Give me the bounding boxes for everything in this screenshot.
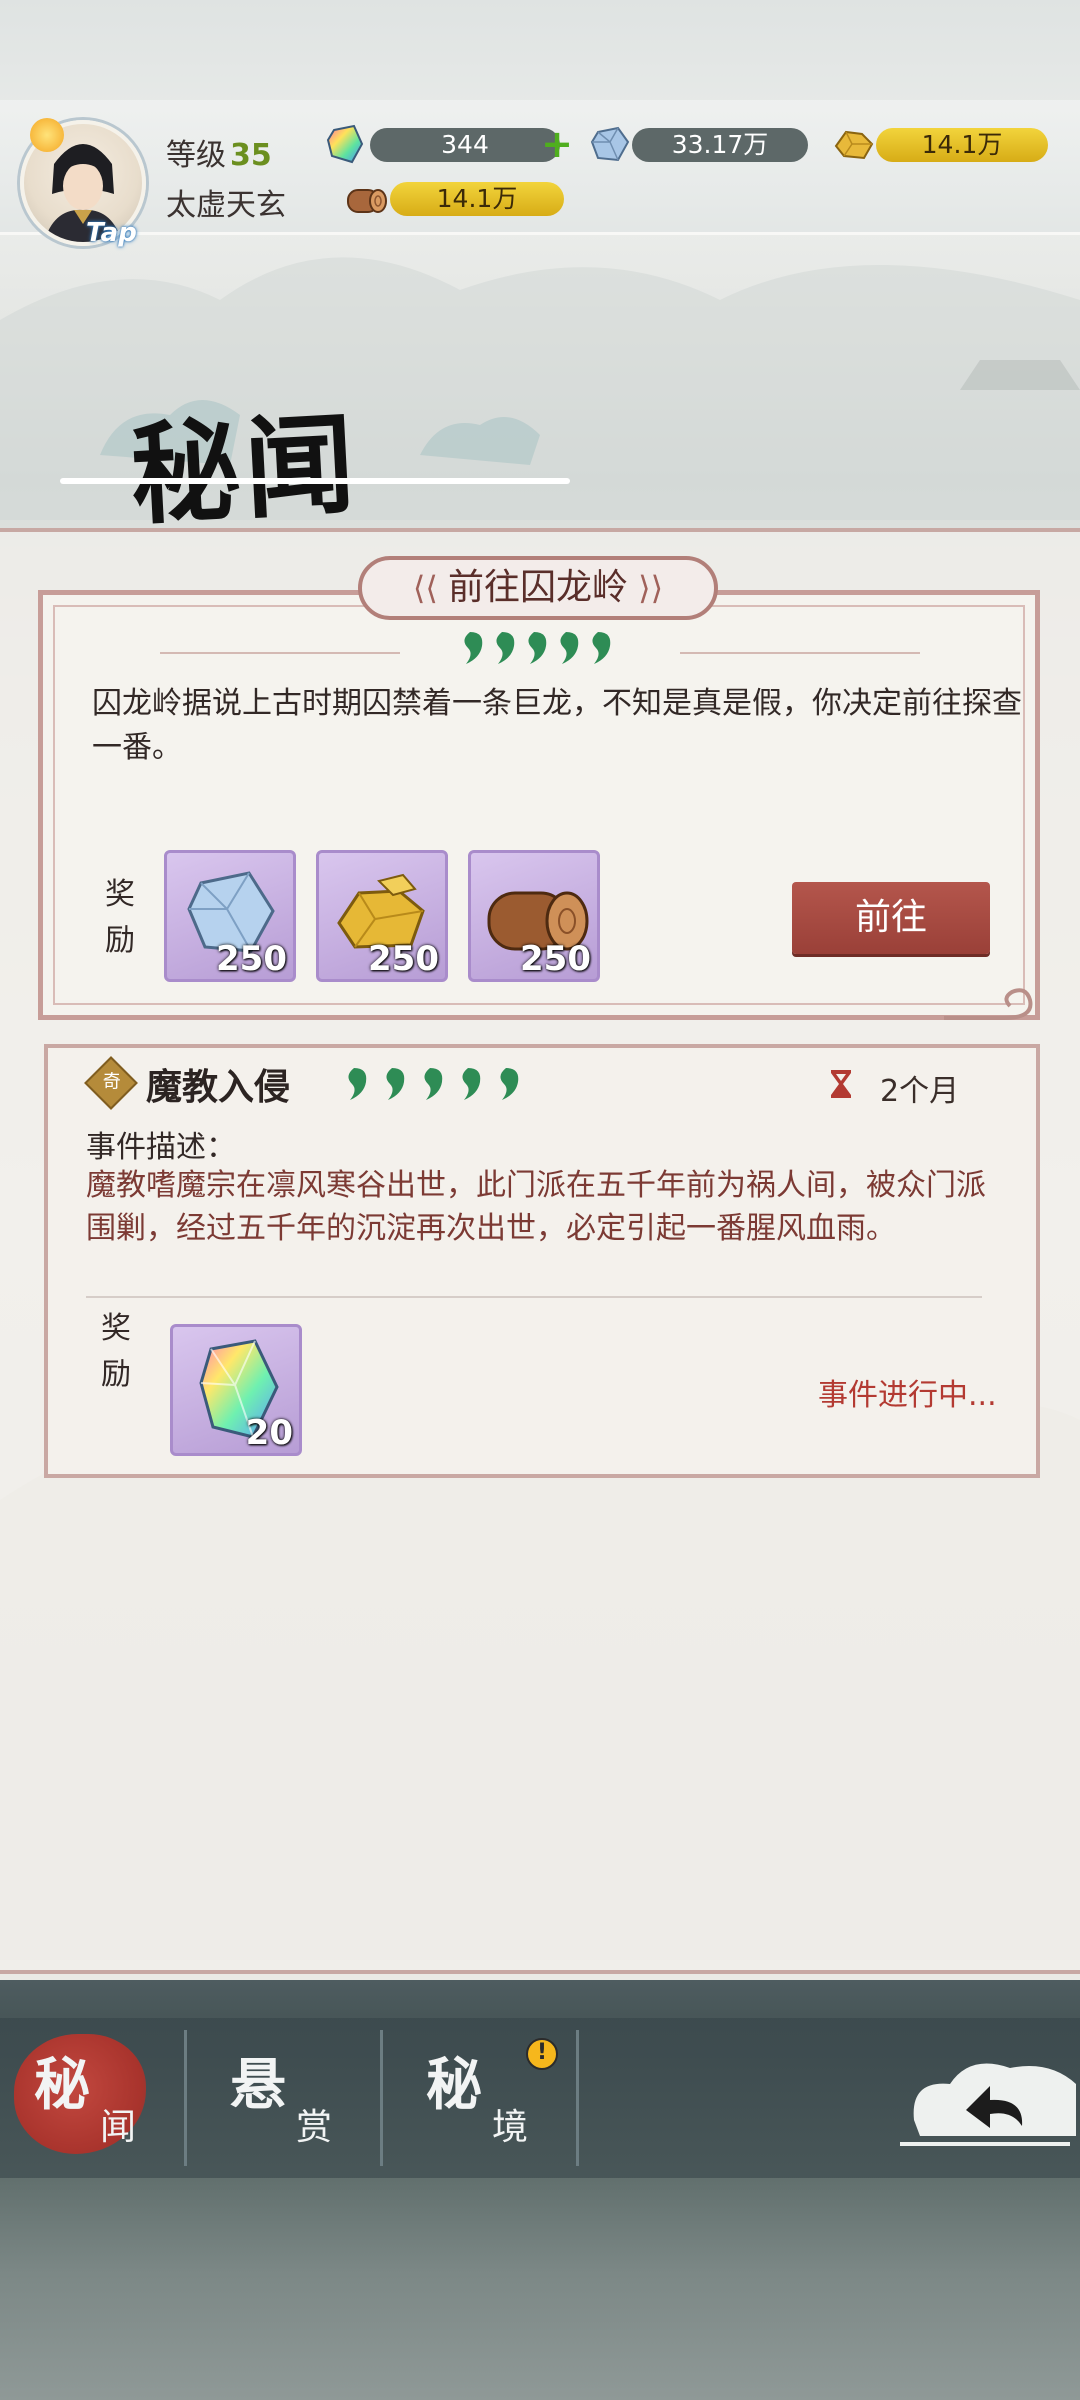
- player-name: 太虚天玄: [166, 188, 286, 223]
- tab-mi-wen[interactable]: 秘 闻: [16, 2040, 196, 2160]
- level-value: 35: [230, 138, 272, 173]
- tab-label-big: 悬: [230, 2052, 286, 2118]
- reward-item-ore[interactable]: 250: [164, 850, 296, 982]
- header-right-ornament: ⟩⟩: [628, 569, 664, 607]
- alert-badge-icon: !: [526, 2038, 558, 2070]
- reward-count: 20: [245, 1413, 293, 1453]
- tab-label-small: 赏: [296, 2107, 333, 2148]
- tab-xuan-shang[interactable]: 悬 赏: [212, 2040, 392, 2160]
- scroll-curl-decoration: [944, 988, 1033, 1020]
- event2-divider: [86, 1296, 982, 1298]
- tab-label-small: 闻: [100, 2107, 137, 2148]
- event1-title: 前往囚龙岭: [447, 567, 628, 608]
- nav-separator: [576, 2030, 579, 2166]
- event2-reward-label: 奖励: [101, 1311, 131, 1392]
- magatama-stars-icon: [464, 632, 611, 664]
- rare-badge-text: 奇: [102, 1071, 121, 1093]
- title-underline: [60, 478, 570, 484]
- avatar-tap-label: Tap: [86, 218, 137, 248]
- tab-label-small: 境: [492, 2107, 529, 2148]
- reward-count: 250: [368, 939, 439, 979]
- tab-mi-jing[interactable]: 秘 境: [408, 2040, 588, 2160]
- level-label: 等级: [166, 138, 226, 173]
- back-button[interactable]: [900, 2040, 1080, 2160]
- player-level: 等级 35: [166, 130, 272, 174]
- event1-description: 囚龙岭据说上古时期囚禁着一条巨龙，不知是真是假，你决定前往探查一番。: [92, 686, 1022, 765]
- ore-icon: [590, 126, 630, 162]
- event2-description-label: 事件描述：: [86, 1130, 236, 1165]
- reward-item-crystal[interactable]: 20: [170, 1324, 302, 1456]
- nav-separator: [380, 2030, 383, 2166]
- crystal-icon: [326, 124, 364, 164]
- magatama-stars-icon: [348, 1068, 519, 1100]
- reward-item-gold[interactable]: 250: [316, 850, 448, 982]
- event2-difficulty-stars: [340, 1062, 540, 1115]
- event1-difficulty-stars: [458, 626, 622, 679]
- tab-label-big: 秘: [426, 2052, 482, 2118]
- divider-right: [680, 652, 920, 654]
- event2-title: 魔教入侵: [146, 1067, 291, 1108]
- nav-separator: [184, 2030, 187, 2166]
- page-title: 秘闻: [127, 399, 362, 540]
- add-crystal-button[interactable]: +: [540, 125, 574, 163]
- ore-amount: 33.17万: [632, 128, 808, 162]
- divider-left: [160, 652, 400, 654]
- event2-description: 魔教嗜魔宗在凛风寒谷出世，此门派在五千年前为祸人间，被众门派围剿，经过五千年的沉…: [86, 1168, 986, 1246]
- event1-reward-label: 奖励: [105, 877, 135, 958]
- go-button[interactable]: 前往: [792, 882, 990, 954]
- hourglass-icon: [831, 1070, 851, 1098]
- gold-amount: 14.1万: [876, 128, 1048, 162]
- event-card-header: ⟨⟨ 前往囚龙岭 ⟩⟩: [358, 556, 718, 620]
- event2-status: 事件进行中...: [818, 1378, 997, 1413]
- wood-amount: 14.1万: [390, 182, 564, 216]
- event2-duration: 2个月: [880, 1074, 960, 1109]
- sun-badge-icon: [30, 118, 64, 152]
- tab-label-big: 秘: [34, 2052, 90, 2118]
- gold-icon: [834, 130, 874, 160]
- header-left-ornament: ⟨⟨: [412, 569, 448, 607]
- reward-count: 250: [216, 939, 287, 979]
- reward-item-wood[interactable]: 250: [468, 850, 600, 982]
- wood-icon: [347, 189, 387, 213]
- crystal-amount: 344: [370, 128, 560, 162]
- reward-count: 250: [520, 939, 591, 979]
